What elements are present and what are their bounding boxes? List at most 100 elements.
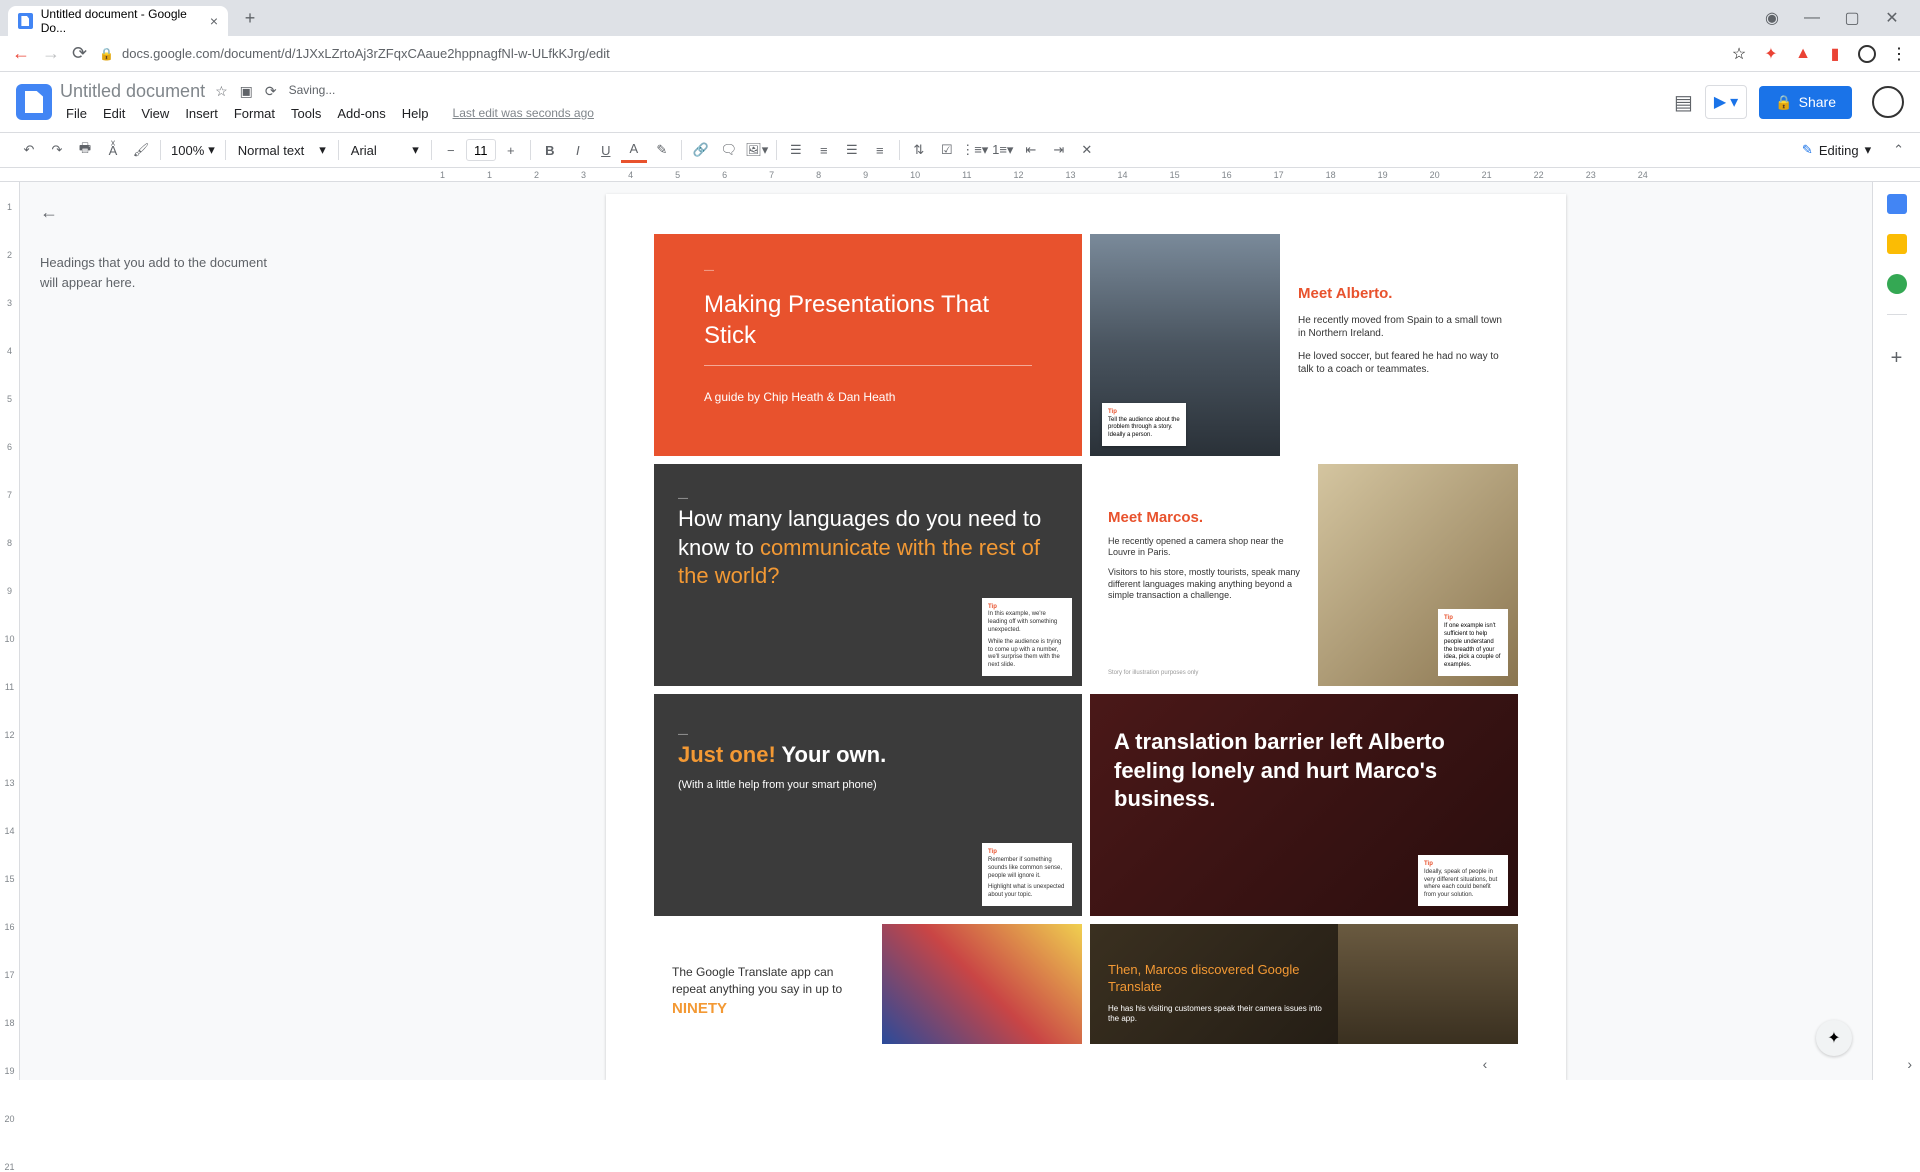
- document-canvas[interactable]: — Making Presentations That Stick A guid…: [300, 182, 1872, 1080]
- outline-back-icon[interactable]: ←: [40, 202, 280, 223]
- url-text: docs.google.com/document/d/1JXxLZrtoAj3r…: [122, 46, 610, 61]
- incognito-icon: ◉: [1760, 6, 1784, 30]
- star-doc-icon[interactable]: ☆: [215, 83, 228, 100]
- highlight-icon[interactable]: ✎: [649, 137, 675, 163]
- decrease-indent-icon[interactable]: ⇤: [1018, 137, 1044, 163]
- decrease-size-icon[interactable]: −: [438, 137, 464, 163]
- horizontal-ruler[interactable]: 1123456789101112131415161718192021222324: [0, 168, 1920, 182]
- address-bar: ← → ⟳ 🔒 docs.google.com/document/d/1JXxL…: [0, 36, 1920, 72]
- close-tab-icon[interactable]: ×: [210, 13, 218, 29]
- text-color-icon[interactable]: A: [621, 137, 647, 163]
- increase-indent-icon[interactable]: ⇥: [1046, 137, 1072, 163]
- share-button[interactable]: 🔒 Share: [1759, 86, 1852, 119]
- print-icon[interactable]: 🖶: [72, 137, 98, 163]
- tip-box: Tip Remember if something sounds like co…: [982, 843, 1072, 906]
- editing-mode-button[interactable]: ✎ Editing ▾: [1794, 138, 1879, 162]
- underline-icon[interactable]: U: [593, 137, 619, 163]
- back-icon[interactable]: ←: [12, 43, 30, 64]
- puzzle-icon[interactable]: ✦: [1762, 45, 1780, 63]
- move-doc-icon[interactable]: ▣: [240, 83, 253, 100]
- comments-icon[interactable]: ▤: [1674, 90, 1693, 115]
- side-panel: +: [1872, 182, 1920, 1080]
- undo-icon[interactable]: ↶: [16, 137, 42, 163]
- clear-format-icon[interactable]: ✕: [1074, 137, 1100, 163]
- checklist-icon[interactable]: ☑: [934, 137, 960, 163]
- present-button[interactable]: ▶ ▾: [1705, 85, 1747, 119]
- slide-7: The Google Translate app can repeat anyt…: [654, 924, 1082, 1044]
- increase-size-icon[interactable]: +: [498, 137, 524, 163]
- page: — Making Presentations That Stick A guid…: [606, 194, 1566, 1080]
- tip-box: Tip Ideally, speak of people in very dif…: [1418, 855, 1508, 906]
- tip-box: Tip If one example isn't sufficient to h…: [1438, 609, 1508, 676]
- slide-title: Making Presentations That Stick: [704, 289, 1032, 351]
- slide-2: Tip Tell the audience about the problem …: [1090, 234, 1518, 456]
- chevron-down-icon: ▾: [208, 142, 215, 158]
- vertical-ruler[interactable]: 123456789101112131415161718192021: [0, 182, 20, 1080]
- menu-edit[interactable]: Edit: [97, 104, 131, 123]
- profile-icon[interactable]: [1858, 45, 1876, 63]
- font-select[interactable]: Arial▾: [345, 142, 425, 158]
- new-tab-button[interactable]: +: [236, 4, 264, 32]
- forward-icon[interactable]: →: [42, 43, 60, 64]
- font-size-input[interactable]: [466, 139, 496, 161]
- bold-icon[interactable]: B: [537, 137, 563, 163]
- slide-3: — How many languages do you need to know…: [654, 464, 1082, 686]
- italic-icon[interactable]: I: [565, 137, 591, 163]
- menu-insert[interactable]: Insert: [179, 104, 224, 123]
- menu-view[interactable]: View: [135, 104, 175, 123]
- docs-logo[interactable]: [16, 84, 52, 120]
- spellcheck-icon[interactable]: Aͯ: [100, 137, 126, 163]
- numbered-list-icon[interactable]: 1≡▾: [990, 137, 1016, 163]
- ext-icon-2[interactable]: ▮: [1826, 45, 1844, 63]
- menu-help[interactable]: Help: [396, 104, 435, 123]
- slide-photo: Tip If one example isn't sufficient to h…: [1318, 464, 1518, 686]
- tasks-icon[interactable]: [1887, 274, 1907, 294]
- last-edit-link[interactable]: Last edit was seconds ago: [447, 104, 600, 123]
- add-addon-icon[interactable]: +: [1891, 347, 1903, 370]
- document-title[interactable]: Untitled document: [60, 81, 205, 102]
- paint-format-icon[interactable]: 🖌: [128, 137, 154, 163]
- calendar-icon[interactable]: [1887, 194, 1907, 214]
- close-window-icon[interactable]: ✕: [1880, 6, 1904, 30]
- share-label: Share: [1799, 94, 1836, 110]
- align-left-icon[interactable]: ☰: [783, 137, 809, 163]
- bullet-list-icon[interactable]: ⋮≡▾: [962, 137, 988, 163]
- menu-tools[interactable]: Tools: [285, 104, 327, 123]
- slide-title: A translation barrier left Alberto feeli…: [1114, 728, 1494, 814]
- slide-title: Just one! Your own.: [678, 741, 1058, 770]
- collapse-toolbar-icon[interactable]: ⌃: [1893, 142, 1904, 158]
- comment-icon[interactable]: 🗨: [716, 137, 742, 163]
- align-center-icon[interactable]: ≡: [811, 137, 837, 163]
- align-justify-icon[interactable]: ≡: [867, 137, 893, 163]
- explore-button[interactable]: ✦: [1816, 1020, 1852, 1056]
- link-icon[interactable]: 🔗: [688, 137, 714, 163]
- lock-icon: 🔒: [99, 47, 114, 61]
- paragraph-style-select[interactable]: Normal text▾: [232, 142, 332, 158]
- side-panel-left-icon[interactable]: ‹: [1483, 1056, 1488, 1072]
- reload-icon[interactable]: ⟳: [72, 43, 87, 64]
- zoom-select[interactable]: 100%▾: [167, 142, 219, 158]
- menu-icon[interactable]: ⋮: [1890, 45, 1908, 63]
- star-icon[interactable]: ☆: [1730, 45, 1748, 63]
- slide-photo: Tip Tell the audience about the problem …: [1090, 234, 1280, 456]
- url-bar[interactable]: 🔒 docs.google.com/document/d/1JXxLZrtoAj…: [99, 46, 1718, 61]
- slide-byline: A guide by Chip Heath & Dan Heath: [704, 390, 1032, 406]
- keep-icon[interactable]: [1887, 234, 1907, 254]
- maximize-icon[interactable]: ▢: [1840, 6, 1864, 30]
- align-right-icon[interactable]: ☰: [839, 137, 865, 163]
- saving-status: Saving...: [289, 83, 336, 100]
- menu-format[interactable]: Format: [228, 104, 281, 123]
- side-panel-right-icon[interactable]: ›: [1907, 1056, 1912, 1072]
- slide-text: He has his visiting customers speak thei…: [1108, 1004, 1324, 1025]
- menu-addons[interactable]: Add-ons: [331, 104, 391, 123]
- browser-tab[interactable]: Untitled document - Google Do... ×: [8, 6, 228, 36]
- chevron-down-icon: ▾: [319, 142, 326, 158]
- account-avatar[interactable]: [1872, 86, 1904, 118]
- line-spacing-icon[interactable]: ⇅: [906, 137, 932, 163]
- disclaimer: Story for illustration purposes only: [1108, 670, 1198, 678]
- ext-icon-1[interactable]: ▲: [1794, 45, 1812, 63]
- image-icon[interactable]: 🖼▾: [744, 137, 770, 163]
- menu-file[interactable]: File: [60, 104, 93, 123]
- minimize-icon[interactable]: —: [1800, 6, 1824, 30]
- redo-icon[interactable]: ↷: [44, 137, 70, 163]
